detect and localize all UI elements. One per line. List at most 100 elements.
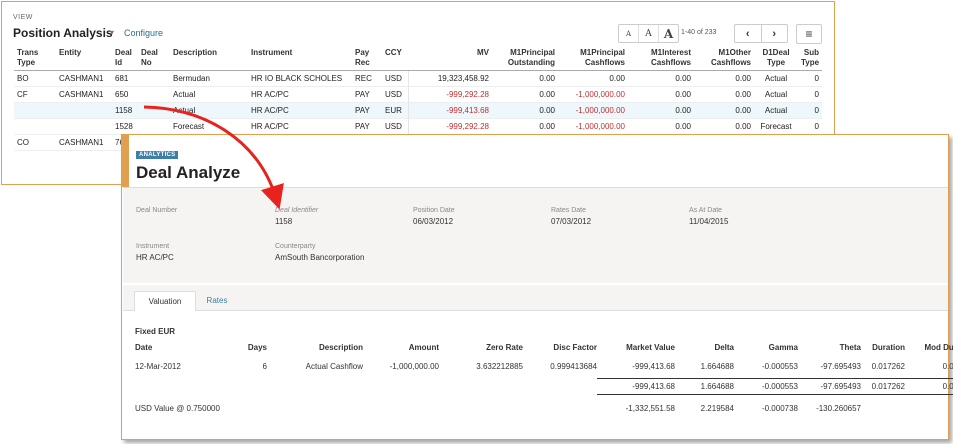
subtotal-cell: -97.695493 [798,378,861,395]
table-cell: HR AC/PC [248,86,352,103]
table-row[interactable]: CF CASHMAN1 650 Actual HR AC/PC PAY USD -999,29… [14,86,822,103]
column-header[interactable]: MV [408,47,492,71]
valuation-cell: 0.016657 [942,362,953,371]
table-cell: Actual [754,70,798,87]
view-label: VIEW [13,14,33,21]
configure-link[interactable]: Configure [124,28,163,38]
table-cell: -999,292.28 [407,118,492,135]
valuation-column-header: Description [318,342,363,352]
deal-identifier-value: 1158 [275,217,293,226]
column-header-line2: Cashflows [584,58,625,67]
table-cell: 0.00 [694,102,754,119]
column-header[interactable]: Pay Rec [352,47,382,71]
column-header[interactable]: Deal No [138,47,170,71]
column-header-line1: Sub [803,48,819,57]
table-row[interactable]: 1158 Actual HR AC/PC PAY EUR -999,413.68 0.00-… [14,102,822,119]
usd-value-cell: -130.260657 [816,404,861,413]
valuation-column-header: Theta [839,342,861,352]
column-header-line1: Trans [17,48,39,57]
table-row[interactable]: BO CASHMAN1 681 Bermudan HR IO BLACK SCHOLES… [14,70,822,87]
column-header[interactable]: Description [170,47,248,71]
position-date-label: Position Date [413,207,455,214]
table-cell: 0 [798,86,822,103]
table-cell: 0.00 [694,86,754,103]
subtotal-spacer [267,379,363,395]
subtotal-spacer [363,379,439,395]
instrument-label: Instrument [136,243,170,250]
table-cell: HR AC/PC [248,118,352,135]
table-cell: Bermudan [170,70,248,87]
valuation-cell: -0.000553 [761,362,798,371]
prev-page-button[interactable]: ‹ [735,25,762,42]
font-medium-button[interactable]: A [639,25,659,42]
table-cell: USD [382,118,408,135]
table-header-row: Trans Type Entity Deal Id Deal No Description In… [14,47,822,71]
table-cell: 0.00 [694,118,754,135]
table-cell: PAY [352,102,382,119]
column-header[interactable]: M1Principal Outstanding [492,47,558,71]
table-cell: REC [352,70,382,87]
page-title: Position Analysis [13,26,113,40]
tab-bar: Valuation Rates [123,285,948,311]
table-cell: 0.00 [628,102,694,119]
column-header[interactable]: Sub Type [798,47,822,71]
valuation-column-header: Date [135,342,153,352]
table-cell: 19,323,458.92 [407,70,492,87]
table-cell: PAY [352,86,382,103]
valuation-row: 12-Mar-2012 6 Actual Cashflow -1,000,000.00… [135,359,953,374]
table-cell [14,102,56,119]
valuation-cell: Actual Cashflow [305,362,363,371]
menu-icon[interactable]: ≡ [796,24,822,44]
table-cell [138,70,170,87]
column-header[interactable]: CCY [382,47,408,71]
table-cell: 0.00 [628,86,694,103]
usd-value-cell: 2.219584 [700,404,734,413]
next-page-button[interactable]: › [762,25,788,42]
valuation-column-header: Delta [714,342,734,352]
table-cell: 0.00 [628,118,694,135]
table-cell: Forecast [754,118,798,135]
valuation-column-header: Gamma [768,342,798,352]
instrument-field: Instrument HR AC/PC [136,243,174,262]
position-date-value: 06/03/2012 [413,217,454,226]
column-header[interactable]: Instrument [248,47,352,71]
table-cell: USD [382,86,408,103]
column-header[interactable]: Trans Type [14,47,56,71]
column-header-line1: D1Deal [762,48,790,57]
table-row[interactable]: 1528 Forecast HR AC/PC PAY USD -999,292.28 0.0… [14,118,822,135]
subtotal-spacer [523,379,597,395]
valuation-table: Date Days Description Amount Zero Rate Disc F… [135,341,953,416]
pagination-range: 1-40 of 233 [681,29,717,36]
chevron-down-icon[interactable]: ▾ [110,28,114,37]
valuation-cell: -1,000,000.00 [389,362,439,371]
column-header-line1: Description [173,48,218,57]
font-large-button[interactable]: A [659,25,678,42]
tab-rates[interactable]: Rates [197,291,237,310]
column-header[interactable]: Deal Id [112,47,138,71]
rates-date-label: Rates Date [551,207,587,214]
column-header-line2: Type [766,58,786,67]
table-cell: 1528 [112,118,138,135]
table-cell: 681 [112,70,138,87]
pagination-nav: ‹ › [734,24,788,43]
table-cell: CO [14,134,56,151]
counterparty-value: AmSouth Bancorporation [275,253,365,262]
font-small-button[interactable]: A [619,25,639,42]
table-cell: Actual [754,102,798,119]
valuation-cell: 6 [262,362,267,371]
column-header[interactable]: M1Interest Cashflows [628,47,694,71]
table-cell: CASHMAN1 [56,70,112,87]
column-header[interactable]: D1Deal Type [754,47,798,71]
subtotal-spacer [135,379,215,395]
group-title: Fixed EUR [135,327,176,336]
table-cell: -999,292.28 [407,86,492,103]
table-cell: 0.00 [628,70,694,87]
column-header[interactable]: Entity [56,47,112,71]
valuation-cell: 0.999413684 [550,362,597,371]
valuation-cell: -97.695493 [820,362,861,371]
valuation-header-row: Date Days Description Amount Zero Rate Disc F… [135,341,953,359]
column-header[interactable]: M1Principal Cashflows [558,47,628,71]
valuation-column-header: Disc Factor [553,342,597,352]
column-header[interactable]: M1Other Cashflows [694,47,754,71]
tab-valuation[interactable]: Valuation [134,291,196,311]
